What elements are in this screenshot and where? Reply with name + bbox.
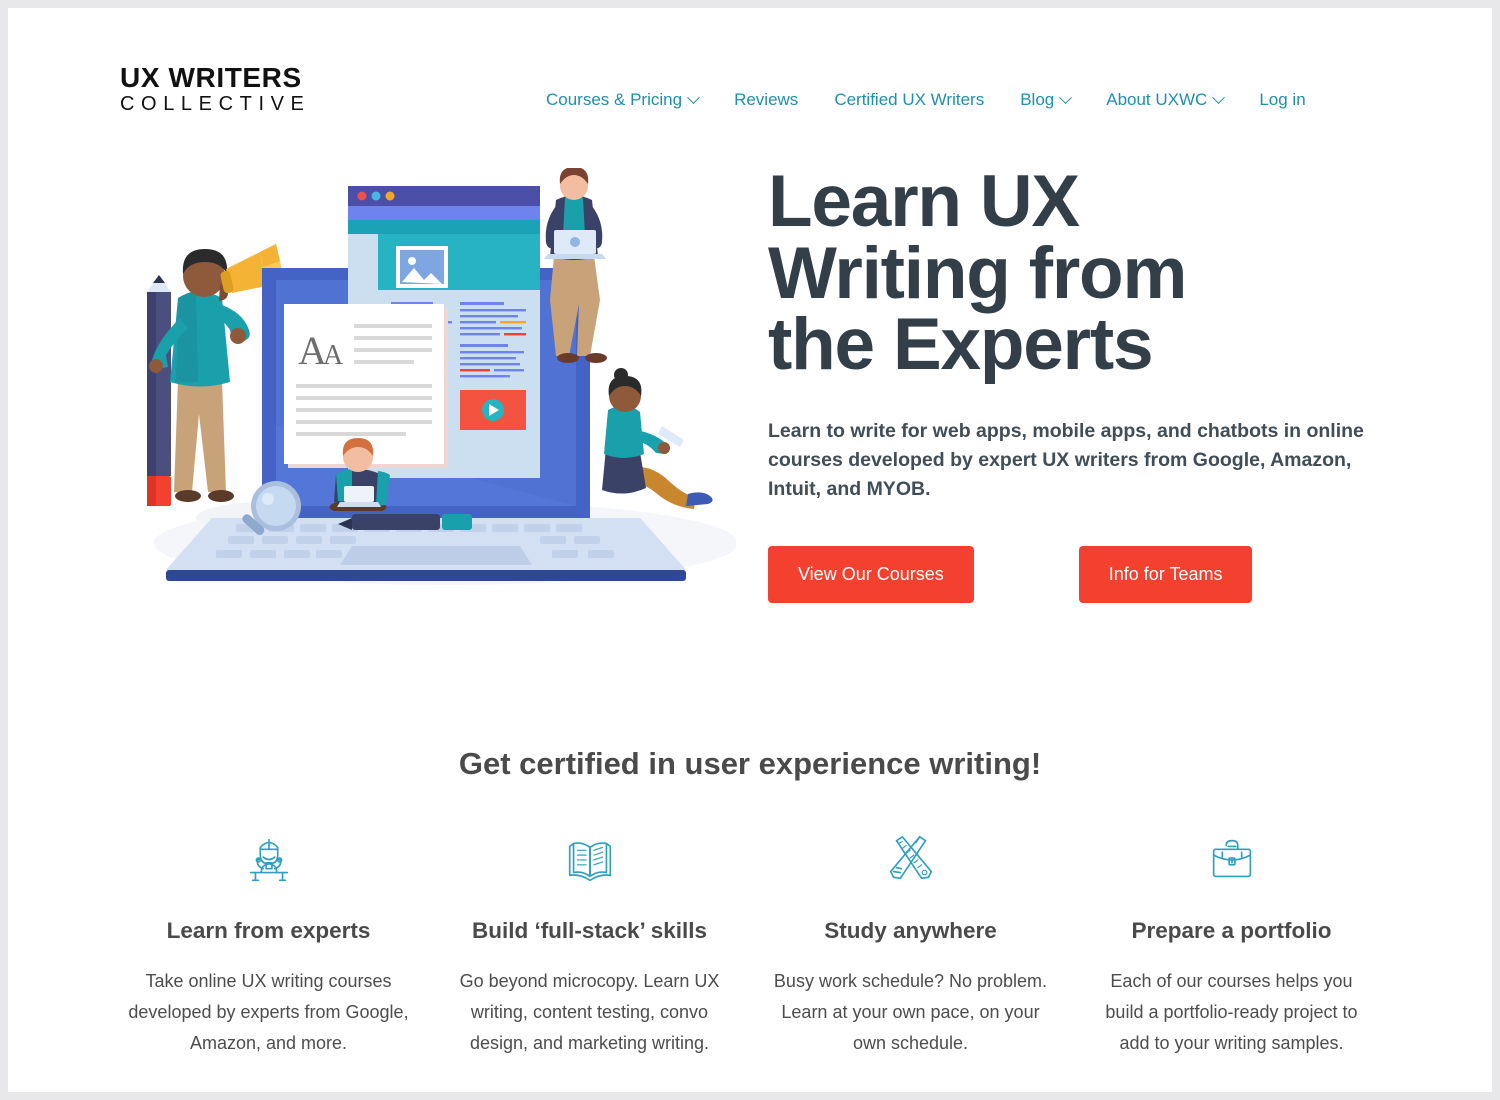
feature-title: Prepare a portfolio — [1131, 918, 1332, 943]
feature-card-study-anywhere: Study anywhere Busy work schedule? No pr… — [750, 828, 1071, 1059]
nav-item-about-uxwc[interactable]: About UXWC — [1088, 86, 1241, 114]
logo-line-secondary: COLLECTIVE — [120, 93, 311, 116]
nav-label: Certified UX Writers — [834, 90, 985, 109]
info-for-teams-button[interactable]: Info for Teams — [1078, 546, 1253, 604]
feature-title: Study anywhere — [824, 918, 997, 943]
feature-card-learn-from-experts: Learn from experts Take online UX writin… — [108, 828, 429, 1059]
open-book-icon — [447, 828, 732, 890]
nav-item-courses-pricing[interactable]: Courses & Pricing — [528, 86, 716, 114]
pencil-illustration — [147, 275, 171, 506]
primary-navigation: Courses & Pricing Reviews Certified UX W… — [528, 86, 1324, 114]
feature-description: Take online UX writing courses developed… — [128, 971, 409, 1053]
nav-item-reviews[interactable]: Reviews — [716, 86, 816, 114]
chevron-down-icon — [1212, 90, 1226, 104]
svg-text:A: A — [323, 340, 344, 371]
features-section: Get certified in user experience writing… — [8, 708, 1492, 1059]
logo-line-primary: UX WRITERS — [120, 62, 302, 93]
site-header: UX WRITERS COLLECTIVE Courses & Pricing … — [8, 8, 1492, 138]
chevron-down-icon — [1059, 90, 1073, 104]
person-reading-seated — [594, 368, 713, 509]
nav-label: Blog — [1020, 90, 1055, 109]
hero-subheading: Learn to write for web apps, mobile apps… — [768, 419, 1364, 501]
nav-label: Courses & Pricing — [546, 90, 683, 109]
view-our-courses-button[interactable]: View Our Courses — [768, 546, 974, 604]
instructor-at-desk-icon — [126, 828, 411, 890]
feature-description: Busy work schedule? No problem. Learn at… — [773, 971, 1048, 1053]
feature-description: Go beyond microcopy. Learn UX writing, c… — [459, 971, 720, 1053]
nav-label: Log in — [1259, 90, 1306, 109]
feature-description: Each of our courses helps you build a po… — [1105, 971, 1358, 1053]
nav-item-certified-ux-writers[interactable]: Certified UX Writers — [816, 86, 1002, 114]
nav-label: About UXWC — [1106, 90, 1208, 109]
feature-card-prepare-portfolio: Prepare a portfolio Each of our courses … — [1071, 828, 1392, 1059]
features-heading: Get certified in user experience writing… — [458, 746, 1042, 781]
nav-item-blog[interactable]: Blog — [1002, 86, 1088, 114]
hero-illustration: A A — [116, 167, 738, 598]
hero-cta-group: View Our Courses Info for Teams — [768, 546, 1408, 604]
site-logo[interactable]: UX WRITERS COLLECTIVE — [120, 63, 350, 117]
features-grid: Learn from experts Take online UX writin… — [8, 828, 1492, 1059]
page-canvas: UX WRITERS COLLECTIVE Courses & Pricing … — [8, 8, 1492, 1092]
ruler-and-pencil-icon — [768, 828, 1053, 890]
chevron-down-icon — [687, 90, 700, 104]
feature-card-full-stack-skills: Build ‘full-stack’ skills Go beyond micr… — [429, 828, 750, 1059]
hero-copy-block: Learn UX Writing from the Experts Learn … — [768, 161, 1408, 604]
hero-heading: Learn UX Writing from the Experts — [768, 161, 1187, 386]
briefcase-icon — [1089, 828, 1374, 890]
nav-item-log-in[interactable]: Log in — [1241, 86, 1323, 114]
nav-label: Reviews — [734, 90, 799, 109]
feature-title: Learn from experts — [166, 918, 371, 943]
feature-title: Build ‘full-stack’ skills — [471, 918, 708, 943]
hero-section: A A Learn UX Writing from the Experts Le… — [8, 138, 1492, 698]
